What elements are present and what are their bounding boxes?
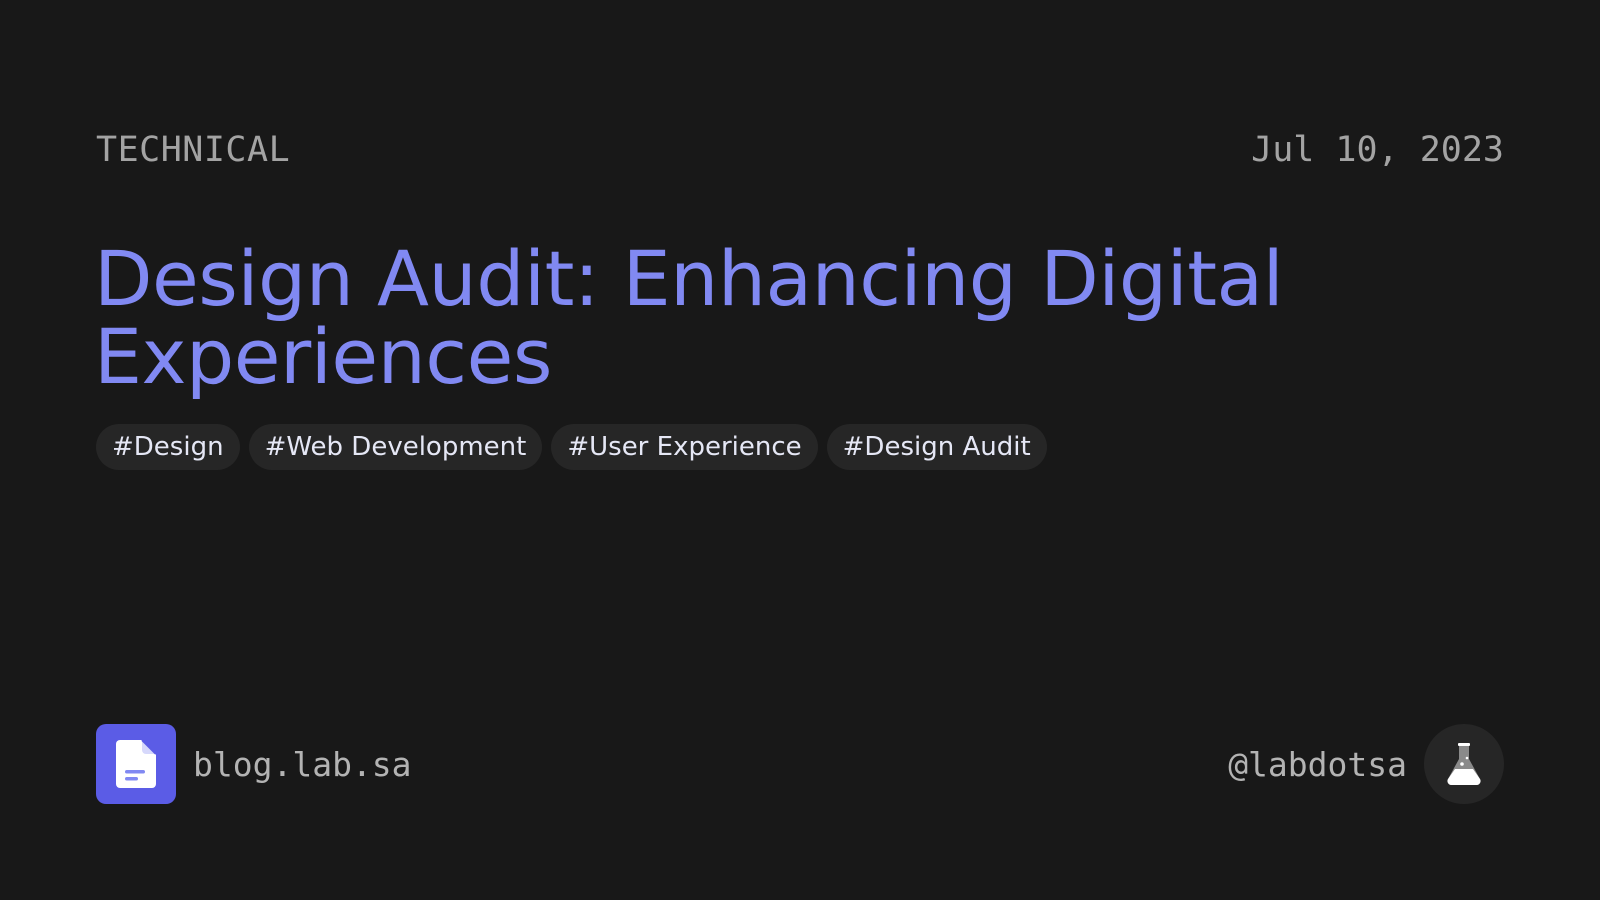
site-link[interactable]: blog.lab.sa (96, 724, 412, 804)
post-date: Jul 10, 2023 (1251, 130, 1504, 170)
post-title: Design Audit: Enhancing Digital Experien… (94, 234, 1284, 401)
twitter-handle: @labdotsa (1228, 744, 1407, 784)
tag-user-experience[interactable]: #User Experience (551, 424, 818, 470)
avatar (1424, 724, 1504, 804)
tag-design-audit[interactable]: #Design Audit (826, 424, 1047, 470)
site-url: blog.lab.sa (193, 744, 412, 784)
tag-web-development[interactable]: #Web Development (248, 424, 543, 470)
blog-card: TECHNICAL Jul 10, 2023 Design Audit: Enh… (0, 0, 1600, 900)
tag-list: #Design #Web Development #User Experienc… (96, 424, 1047, 470)
social-handle-link[interactable]: @labdotsa (1228, 724, 1504, 804)
flask-icon (1447, 743, 1481, 785)
tag-design[interactable]: #Design (96, 424, 240, 470)
document-icon (116, 740, 156, 788)
blog-logo (96, 724, 176, 804)
post-category: TECHNICAL (96, 130, 291, 170)
